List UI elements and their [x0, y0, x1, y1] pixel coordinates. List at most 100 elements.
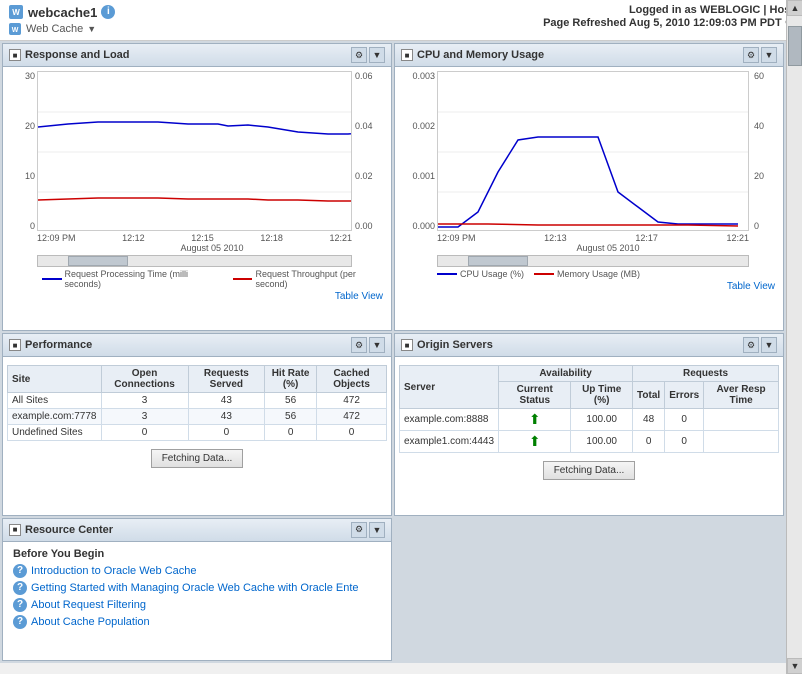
close-icon-perf[interactable]: ▼ — [369, 337, 385, 353]
chart-scrollbar-h[interactable] — [37, 255, 352, 267]
scroll-up-button[interactable]: ▲ — [787, 0, 802, 16]
col-resp-time: Aver Resp Time — [704, 382, 779, 409]
performance-table: Site Open Connections Requests Served Hi… — [7, 365, 387, 441]
dropdown-arrow-icon: ▼ — [87, 24, 96, 34]
performance-panel: ■ Performance ⚙ ▼ Site Open Connections … — [2, 333, 392, 515]
origin-fetch-button[interactable]: Fetching Data... — [543, 461, 636, 480]
resource-link-label-0: Introduction to Oracle Web Cache — [31, 565, 197, 577]
cpu-panel-controls: ⚙ ▼ — [743, 47, 777, 63]
response-load-label: Response and Load — [25, 49, 130, 61]
performance-header: ■ Performance ⚙ ▼ — [3, 334, 391, 357]
expand-icon-cpu[interactable]: ■ — [401, 49, 413, 61]
response-load-svg — [37, 71, 352, 231]
app-title: W webcache1 i — [8, 4, 115, 20]
resource-center-label: Resource Center — [25, 524, 113, 536]
expand-icon-origin[interactable]: ■ — [401, 339, 413, 351]
col-availability-group: Availability — [499, 366, 633, 382]
up-arrow-icon-2: ⬆ — [529, 433, 541, 449]
close-icon-origin[interactable]: ▼ — [761, 337, 777, 353]
requests-all: 43 — [188, 393, 264, 409]
up-arrow-icon-1: ⬆ — [529, 411, 541, 427]
open-undefined: 0 — [101, 425, 188, 441]
uptime-2: 100.00 — [571, 431, 633, 453]
resource-link-0[interactable]: ? Introduction to Oracle Web Cache — [13, 564, 381, 578]
cpu-table-view-link[interactable]: Table View — [399, 279, 779, 294]
resource-panel-controls: ⚙ ▼ — [351, 522, 385, 538]
username: WEBLOGIC — [700, 4, 761, 16]
col-errors: Errors — [665, 382, 704, 409]
col-cached: Cached Objects — [317, 366, 387, 393]
origin-title: ■ Origin Servers — [401, 339, 493, 351]
settings-icon-cpu[interactable]: ⚙ — [743, 47, 759, 63]
scroll-thumb[interactable] — [788, 26, 802, 66]
y-axis-left: 30 20 10 0 — [7, 71, 35, 231]
resource-link-2[interactable]: ? About Request Filtering — [13, 598, 381, 612]
site-undefined: Undefined Sites — [8, 425, 102, 441]
origin-panel-controls: ⚙ ▼ — [743, 337, 777, 353]
cpu-memory-title: ■ CPU and Memory Usage — [401, 49, 544, 61]
response-load-chart: 30 20 10 0 0.06 0.04 0.02 0.00 — [37, 71, 352, 231]
hitrate-all: 56 — [265, 393, 317, 409]
expand-icon-perf[interactable]: ■ — [9, 339, 21, 351]
close-icon[interactable]: ▼ — [369, 47, 385, 63]
resource-link-1[interactable]: ? Getting Started with Managing Oracle W… — [13, 581, 381, 595]
settings-icon-origin[interactable]: ⚙ — [743, 337, 759, 353]
table-view-link[interactable]: Table View — [7, 289, 387, 304]
cpu-chart-date: August 05 2010 — [437, 243, 779, 253]
site-all: All Sites — [8, 393, 102, 409]
y-axis-right: 0.06 0.04 0.02 0.00 — [352, 71, 387, 231]
resp-time-1 — [704, 409, 779, 431]
resource-link-label-1: Getting Started with Managing Oracle Web… — [31, 582, 359, 594]
panel-controls: ⚙ ▼ — [351, 47, 385, 63]
response-load-title: ■ Response and Load — [9, 49, 130, 61]
origin-content: Server Availability Requests Current Sta… — [395, 357, 783, 492]
settings-icon-resource[interactable]: ⚙ — [351, 522, 367, 538]
webcache-icon: W — [8, 4, 24, 20]
performance-content: Site Open Connections Requests Served Hi… — [3, 357, 391, 480]
settings-icon[interactable]: ⚙ — [351, 47, 367, 63]
chart-date-label: August 05 2010 — [37, 243, 387, 253]
cpu-memory-svg — [437, 71, 749, 231]
login-info: Logged in as WEBLOGIC | Host — [543, 4, 794, 16]
legend-color-blue — [42, 278, 62, 280]
info-icon[interactable]: i — [101, 5, 115, 19]
perf-table-header-row: Site Open Connections Requests Served Hi… — [8, 366, 387, 393]
scroll-down-button[interactable]: ▼ — [787, 658, 802, 674]
cpu-memory-header: ■ CPU and Memory Usage ⚙ ▼ — [395, 44, 783, 67]
scroll-track[interactable] — [787, 16, 802, 658]
page-refreshed-text: Page Refreshed Aug 5, 2010 12:09:03 PM P… — [543, 17, 782, 29]
expand-icon-resource[interactable]: ■ — [9, 524, 21, 536]
cached-undefined: 0 — [317, 425, 387, 441]
table-row: All Sites 3 43 56 472 — [8, 393, 387, 409]
col-requests: Requests Served — [188, 366, 264, 393]
right-scrollbar[interactable]: ▲ ▼ — [786, 0, 802, 674]
resource-link-3[interactable]: ? About Cache Population — [13, 615, 381, 629]
cpu-memory-chart-area: 0.003 0.002 0.001 0.000 60 40 20 0 — [395, 67, 783, 298]
col-open: Open Connections — [101, 366, 188, 393]
server-1: example.com:8888 — [400, 409, 499, 431]
y-axis-right-cpu: 60 40 20 0 — [751, 71, 779, 231]
cpu-scrollbar-h[interactable] — [437, 255, 749, 267]
settings-icon-perf[interactable]: ⚙ — [351, 337, 367, 353]
col-uptime: Up Time (%) — [571, 382, 633, 409]
site-example: example.com:7778 — [8, 409, 102, 425]
main-content: ■ Response and Load ⚙ ▼ 30 20 10 0 0.06 — [0, 41, 786, 663]
cached-example: 472 — [317, 409, 387, 425]
app-subtitle-bar[interactable]: W Web Cache ▼ — [8, 22, 115, 36]
table-row: example.com:8888 ⬆ 100.00 48 0 — [400, 409, 779, 431]
resp-time-2 — [704, 431, 779, 453]
col-total: Total — [633, 382, 665, 409]
x-axis-labels: 12:09 PM 12:12 12:15 12:18 12:21 — [37, 233, 352, 243]
legend-item-cpu: CPU Usage (%) — [437, 269, 524, 279]
perf-fetch-button[interactable]: Fetching Data... — [151, 449, 244, 468]
close-icon-cpu[interactable]: ▼ — [761, 47, 777, 63]
close-icon-resource[interactable]: ▼ — [369, 522, 385, 538]
origin-table-body: example.com:8888 ⬆ 100.00 48 0 example1.… — [400, 409, 779, 453]
svg-text:W: W — [12, 27, 19, 34]
col-hitrate: Hit Rate (%) — [265, 366, 317, 393]
expand-icon[interactable]: ■ — [9, 49, 21, 61]
cpu-memory-chart: 0.003 0.002 0.001 0.000 60 40 20 0 — [437, 71, 749, 231]
errors-2: 0 — [665, 431, 704, 453]
resource-link-label-3: About Cache Population — [31, 616, 150, 628]
help-icon-2: ? — [13, 598, 27, 612]
